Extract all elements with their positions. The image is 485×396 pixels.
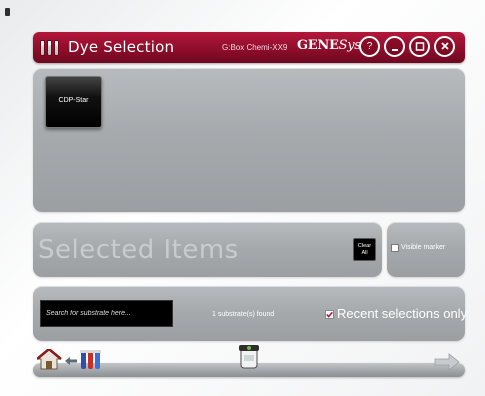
help-button[interactable]: ? xyxy=(359,36,380,57)
next-arrow-icon[interactable] xyxy=(434,353,460,371)
device-name: G:Box Chemi-XX9 xyxy=(222,43,288,52)
brand-logo-italic: Sys xyxy=(338,38,361,53)
help-icon: ? xyxy=(366,41,373,52)
capture-device-icon[interactable] xyxy=(236,344,262,370)
dye-tile-cdp-star[interactable]: CDP-Star xyxy=(45,76,102,128)
corner-mark xyxy=(5,8,10,16)
clear-all-button[interactable]: Clear All xyxy=(353,238,376,261)
clear-all-label-1: Clear xyxy=(357,243,372,249)
substrate-found-count: 1 substrate(s) found xyxy=(212,311,275,318)
maximize-icon xyxy=(415,42,424,51)
close-button[interactable] xyxy=(434,36,455,57)
maximize-button[interactable] xyxy=(409,36,430,57)
minimize-icon xyxy=(391,49,398,51)
dye-tile-label: CDP-Star xyxy=(58,97,89,104)
brand-logo-main: GENE xyxy=(297,38,339,53)
visible-marker-checkbox[interactable] xyxy=(391,244,399,252)
back-arrow-icon[interactable] xyxy=(64,356,78,366)
visible-marker-label: Visible marker xyxy=(401,244,446,251)
test-tubes-icon[interactable] xyxy=(79,349,101,371)
window-title: Dye Selection xyxy=(68,38,175,56)
recent-selections-checkbox[interactable] xyxy=(325,310,334,319)
recent-selections-label: Recent selections only xyxy=(337,306,468,321)
selected-items-heading: Selected Items xyxy=(38,235,239,265)
clear-all-label-2: All xyxy=(361,250,368,256)
minimize-button[interactable] xyxy=(384,36,405,57)
test-tubes-logo-icon xyxy=(40,38,60,56)
brand-logo: GENESys xyxy=(297,38,361,53)
app-window: Dye Selection G:Box Chemi-XX9 GENESys ? … xyxy=(0,0,485,396)
close-icon xyxy=(440,42,449,50)
home-icon[interactable] xyxy=(37,349,63,371)
checkmark-icon xyxy=(326,311,333,318)
substrate-search-input[interactable] xyxy=(40,300,173,327)
